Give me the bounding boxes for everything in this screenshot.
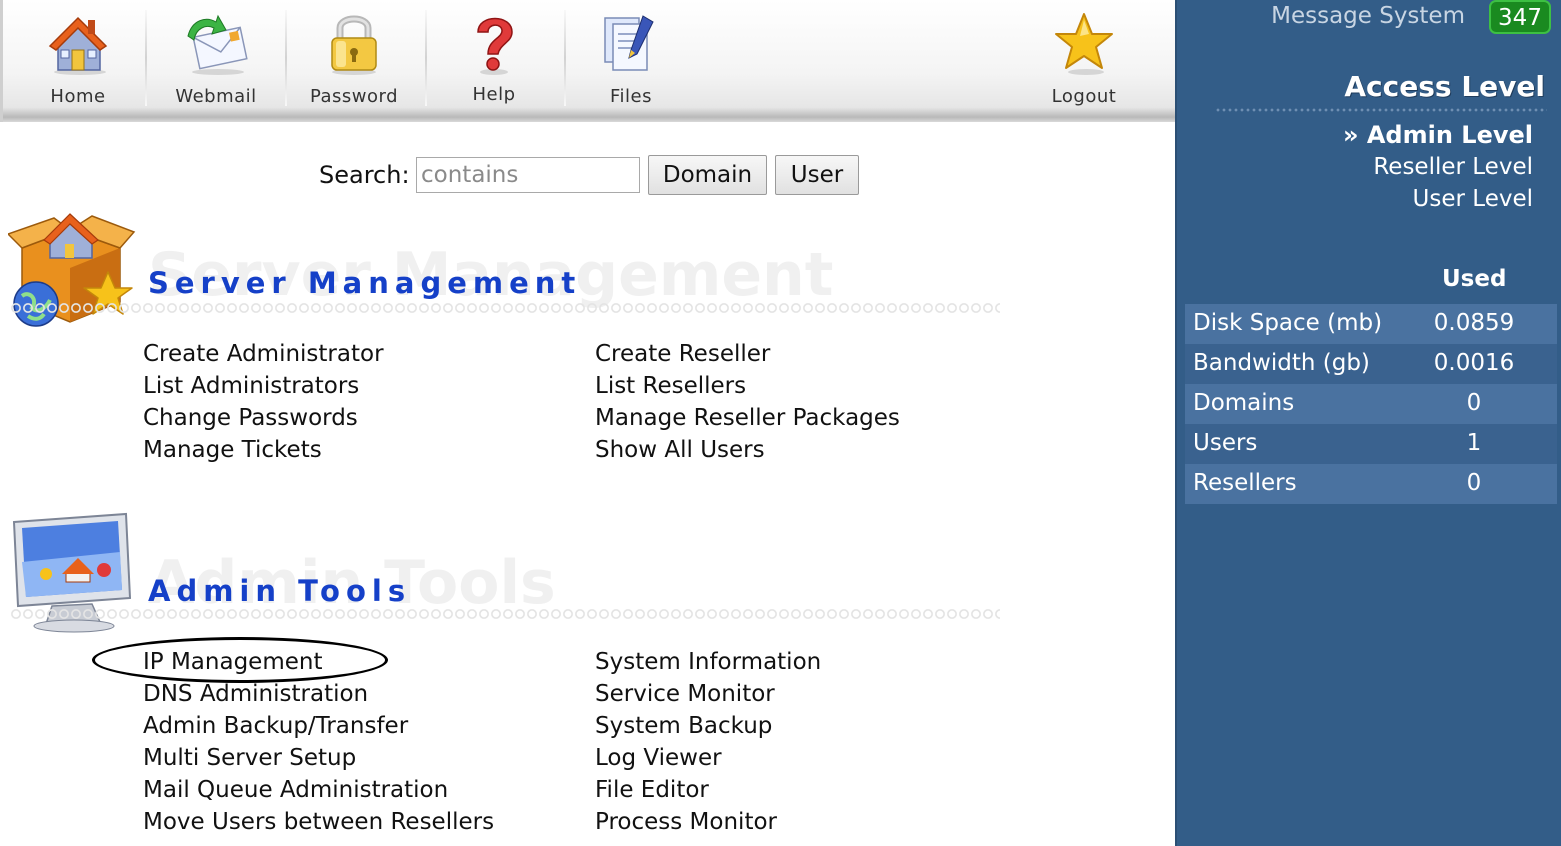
search-input[interactable] <box>416 157 640 193</box>
search-user-button[interactable]: User <box>775 155 859 195</box>
toolbar-files-label: Files <box>610 86 652 107</box>
server-management-right-links: Create Reseller List Resellers Manage Re… <box>595 338 900 466</box>
question-mark-icon <box>477 17 513 75</box>
stat-name: Disk Space (mb) <box>1193 310 1383 336</box>
admin-tools-left-links: IP Management DNS Administration Admin B… <box>143 646 494 838</box>
stat-row-users: Users 1 <box>1185 424 1557 464</box>
section-divider <box>10 608 1000 620</box>
file-editor-link[interactable]: File Editor <box>595 774 821 806</box>
search-domain-button[interactable]: Domain <box>648 155 767 195</box>
access-level-title: Access Level <box>1344 70 1545 103</box>
list-administrators-link[interactable]: List Administrators <box>143 370 384 402</box>
stat-name: Domains <box>1193 390 1295 416</box>
system-backup-link[interactable]: System Backup <box>595 710 821 742</box>
toolbar-logout-button[interactable]: Logout <box>1015 0 1153 112</box>
toolbar-help-button[interactable]: Help <box>425 0 563 112</box>
server-management-left-links: Create Administrator List Administrators… <box>143 338 384 466</box>
admin-backup-transfer-link[interactable]: Admin Backup/Transfer <box>143 710 494 742</box>
admin-tools-right-links: System Information Service Monitor Syste… <box>595 646 821 838</box>
toolbar-webmail-button[interactable]: Webmail <box>147 0 285 112</box>
stat-row-domains: Domains 0 <box>1185 384 1557 424</box>
message-system-link[interactable]: Message System <box>1271 3 1465 29</box>
multi-server-setup-link[interactable]: Multi Server Setup <box>143 742 494 774</box>
mail-queue-administration-link[interactable]: Mail Queue Administration <box>143 774 494 806</box>
toolbar-files-button[interactable]: Files <box>562 0 700 112</box>
stat-value: 0 <box>1466 470 1482 496</box>
top-toolbar: Home Webmail Password Help Files Logout <box>0 0 1175 122</box>
toolbar-password-label: Password <box>309 86 399 107</box>
home-icon <box>48 16 108 75</box>
webmail-icon <box>187 14 248 75</box>
stat-name: Resellers <box>1193 470 1297 496</box>
message-count-badge[interactable]: 347 <box>1489 0 1551 34</box>
process-monitor-link[interactable]: Process Monitor <box>595 806 821 838</box>
admin-tools-title: Admin Tools <box>148 574 412 608</box>
toolbar-home-button[interactable]: Home <box>9 0 147 112</box>
files-icon <box>604 15 654 71</box>
ip-management-link[interactable]: IP Management <box>143 646 494 678</box>
stat-value: 0.0016 <box>1433 350 1515 376</box>
access-level-divider <box>1215 108 1547 112</box>
service-monitor-link[interactable]: Service Monitor <box>595 678 821 710</box>
manage-reseller-packages-link[interactable]: Manage Reseller Packages <box>595 402 900 434</box>
toolbar-home-label: Home <box>50 86 106 107</box>
stat-row-bandwidth: Bandwidth (gb) 0.0016 <box>1185 344 1557 384</box>
move-users-between-resellers-link[interactable]: Move Users between Resellers <box>143 806 494 838</box>
section-divider <box>10 302 1000 314</box>
user-level-link[interactable]: User Level <box>1413 186 1533 212</box>
star-icon <box>1055 13 1113 75</box>
stat-name: Users <box>1193 430 1258 456</box>
toolbar-webmail-label: Webmail <box>175 86 257 107</box>
manage-tickets-link[interactable]: Manage Tickets <box>143 434 384 466</box>
sidebar: Message System 347 Access Level » Admin … <box>1175 0 1561 846</box>
lock-icon <box>331 15 377 75</box>
stat-value: 0 <box>1466 390 1482 416</box>
toolbar-help-label: Help <box>472 84 516 105</box>
toolbar-password-button[interactable]: Password <box>285 0 423 112</box>
log-viewer-link[interactable]: Log Viewer <box>595 742 821 774</box>
system-information-link[interactable]: System Information <box>595 646 821 678</box>
usage-stats-table: Disk Space (mb) 0.0859 Bandwidth (gb) 0.… <box>1185 304 1557 504</box>
server-management-title: Server Management <box>148 266 582 300</box>
create-reseller-link[interactable]: Create Reseller <box>595 338 900 370</box>
stat-value: 1 <box>1466 430 1482 456</box>
search-label: Search: <box>319 161 410 189</box>
used-column-header: Used <box>1442 266 1507 292</box>
dns-administration-link[interactable]: DNS Administration <box>143 678 494 710</box>
create-administrator-link[interactable]: Create Administrator <box>143 338 384 370</box>
toolbar-logout-label: Logout <box>1051 86 1117 107</box>
stat-name: Bandwidth (gb) <box>1193 350 1370 376</box>
stat-row-resellers: Resellers 0 <box>1185 464 1557 504</box>
change-passwords-link[interactable]: Change Passwords <box>143 402 384 434</box>
list-resellers-link[interactable]: List Resellers <box>595 370 900 402</box>
show-all-users-link[interactable]: Show All Users <box>595 434 900 466</box>
stat-row-disk-space: Disk Space (mb) 0.0859 <box>1185 304 1557 344</box>
reseller-level-link[interactable]: Reseller Level <box>1373 154 1533 180</box>
stat-value: 0.0859 <box>1433 310 1515 336</box>
admin-level-link[interactable]: » Admin Level <box>1343 121 1533 149</box>
